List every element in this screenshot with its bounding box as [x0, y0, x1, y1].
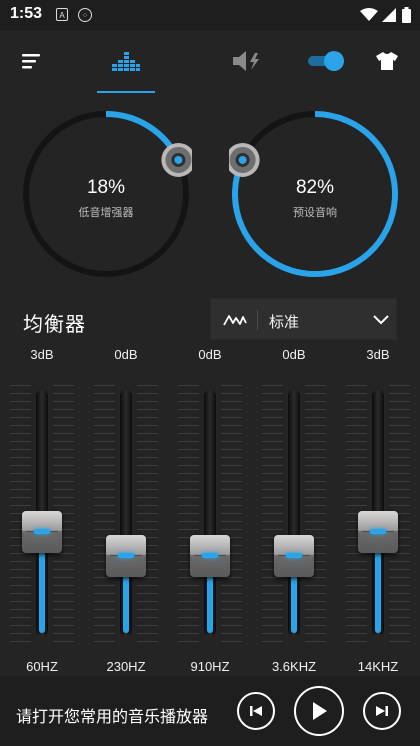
skip-next-icon: [376, 706, 388, 716]
volume-boost-icon: [233, 51, 259, 71]
band-frequency-label: 910HZ: [190, 659, 230, 674]
toolbar: [0, 30, 420, 96]
battery-icon: [402, 7, 411, 23]
band-thumb[interactable]: [106, 535, 146, 577]
play-icon: [313, 702, 327, 720]
status-time: 1:53: [10, 5, 43, 22]
skip-previous-icon: [250, 706, 262, 716]
preset-dropdown[interactable]: 标准: [210, 298, 397, 340]
band-gain-label: 0dB: [282, 347, 306, 362]
chevron-down-icon: [373, 315, 389, 325]
band-gain-label: 3dB: [30, 347, 54, 362]
eq-band-slider[interactable]: [343, 385, 413, 647]
menu-button[interactable]: [12, 44, 52, 78]
band-frequency-label: 230HZ: [106, 659, 146, 674]
band-thumb[interactable]: [190, 535, 230, 577]
player-bar: 请打开您常用的音乐播放器: [0, 676, 420, 746]
band-thumb[interactable]: [274, 535, 314, 577]
virtualizer-label: 预设音响: [293, 207, 337, 219]
bass-boost-value: 18%: [86, 177, 126, 198]
a-notification-icon: A: [56, 8, 68, 21]
band-gain-label: 3dB: [366, 347, 390, 362]
thumb-led: [286, 553, 302, 558]
knob-handle[interactable]: [161, 142, 192, 177]
waveform-icon: [223, 315, 247, 326]
tab-equalizer[interactable]: [106, 44, 146, 78]
bass-boost-knob[interactable]: 18% 低音增强器: [20, 108, 192, 280]
player-prompt[interactable]: 请打开您常用的音乐播放器: [16, 703, 208, 727]
shirt-theme-icon: [376, 52, 398, 70]
toggle-switch-icon: [308, 51, 344, 71]
eq-band-slider[interactable]: [91, 385, 161, 647]
menu-icon: [22, 54, 40, 69]
band-frequency-label: 14KHZ: [357, 659, 399, 674]
wifi-icon: [360, 8, 378, 21]
band-gain-label: 0dB: [198, 347, 222, 362]
virtualizer-value: 82%: [295, 177, 335, 198]
preset-label: 标准: [269, 314, 300, 331]
play-button[interactable]: [294, 686, 344, 736]
status-bar: 1:53 A ⁘: [0, 0, 420, 30]
grid-notification-icon: ⁘: [78, 8, 92, 22]
band-gain-label: 0dB: [114, 347, 138, 362]
band-thumb[interactable]: [358, 511, 398, 553]
preset-divider: [257, 310, 258, 330]
bass-boost-label: 低音增强器: [78, 207, 134, 219]
virtualizer-knob[interactable]: 82% 预设音响: [229, 108, 401, 280]
eq-band-slider[interactable]: [259, 385, 329, 647]
thumb-led: [34, 529, 50, 534]
eq-band-slider[interactable]: [175, 385, 245, 647]
eq-band-slider[interactable]: [7, 385, 77, 647]
equalizer-tab-icon: [112, 52, 140, 71]
band-thumb[interactable]: [22, 511, 62, 553]
tab-volume-boost[interactable]: [227, 44, 267, 78]
thumb-led: [202, 553, 218, 558]
knob-handle[interactable]: [229, 142, 260, 177]
band-frequency-label: 3.6KHZ: [271, 659, 317, 674]
band-frequency-label: 60HZ: [26, 659, 58, 674]
equalizer-title: 均衡器: [23, 314, 86, 336]
toggle-switch[interactable]: [305, 44, 347, 78]
signal-icon: [382, 8, 396, 22]
tab-theme[interactable]: [367, 44, 407, 78]
tab-indicator: [97, 91, 155, 93]
thumb-led: [118, 553, 134, 558]
next-button[interactable]: [363, 692, 401, 730]
previous-button[interactable]: [237, 692, 275, 730]
thumb-led: [370, 529, 386, 534]
